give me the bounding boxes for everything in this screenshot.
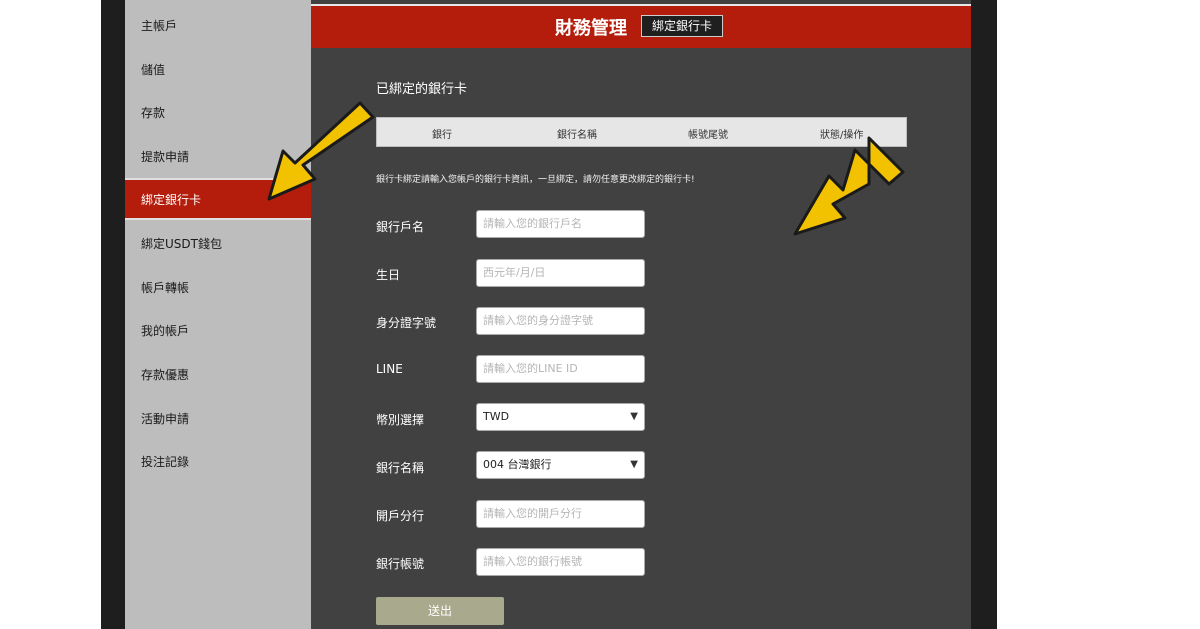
chevron-down-icon: ▼ <box>630 459 638 470</box>
sidebar-item-label: 綁定USDT錢包 <box>141 236 222 251</box>
label-line-id: LINE <box>376 362 403 376</box>
sidebar-item-main-account[interactable]: 主帳戶 <box>125 4 311 46</box>
account-number-input[interactable]: 請輸入您的銀行帳號 <box>476 548 645 576</box>
annotation-arrow-icon <box>793 136 905 236</box>
sidebar-item-label: 我的帳戶 <box>141 323 190 338</box>
label-id-number: 身分證字號 <box>376 316 437 330</box>
sidebar-item-transfer[interactable]: 帳戶轉帳 <box>125 266 311 308</box>
birthday-input[interactable]: 西元年/月/日 <box>476 259 645 287</box>
sidebar-item-promotions[interactable]: 活動申請 <box>125 397 311 439</box>
sidebar-item-topup[interactable]: 儲值 <box>125 48 311 90</box>
label-account-holder: 銀行戶名 <box>376 220 425 234</box>
column-header-bank: 銀行 <box>432 130 452 141</box>
sidebar-item-label: 存款 <box>141 105 166 120</box>
bound-cards-title: 已綁定的銀行卡 <box>376 82 468 97</box>
id-number-input[interactable]: 請輸入您的身分證字號 <box>476 307 645 335</box>
label-account-number: 銀行帳號 <box>376 557 425 571</box>
sidebar-item-label: 活動申請 <box>141 411 190 426</box>
page-title: 財務管理 <box>555 18 627 39</box>
page-header: 財務管理 綁定銀行卡 <box>311 4 971 48</box>
branch-input[interactable]: 請輸入您的開戶分行 <box>476 500 645 528</box>
currency-select[interactable]: TWD ▼ <box>476 403 645 431</box>
annotation-arrow-icon <box>267 101 375 201</box>
label-bank-name: 銀行名稱 <box>376 461 425 475</box>
page-subtitle-badge: 綁定銀行卡 <box>641 15 724 37</box>
sidebar-item-label: 綁定銀行卡 <box>141 192 202 207</box>
sidebar-item-label: 存款優惠 <box>141 367 190 382</box>
bank-name-select[interactable]: 004 台灣銀行 ▼ <box>476 451 645 479</box>
submit-button[interactable]: 送出 <box>376 597 504 625</box>
currency-select-value: TWD <box>483 410 510 423</box>
sidebar-item-label: 儲值 <box>141 62 166 77</box>
account-holder-input[interactable]: 請輸入您的銀行戶名 <box>476 210 645 238</box>
label-branch: 開戶分行 <box>376 509 425 523</box>
sidebar-item-label: 主帳戶 <box>141 18 178 33</box>
line-id-input[interactable]: 請輸入您的LINE ID <box>476 355 645 383</box>
sidebar-item-my-account[interactable]: 我的帳戶 <box>125 309 311 351</box>
bank-name-select-value: 004 台灣銀行 <box>483 458 552 471</box>
bind-notice: 銀行卡綁定請輸入您帳戶的銀行卡資訊，一旦綁定，請勿任意更改綁定的銀行卡! <box>376 175 695 185</box>
sidebar-item-bet-records[interactable]: 投注記錄 <box>125 440 311 482</box>
sidebar-item-label: 提款申請 <box>141 149 190 164</box>
chevron-down-icon: ▼ <box>630 411 638 422</box>
sidebar-item-label: 帳戶轉帳 <box>141 280 190 295</box>
column-header-account-tail: 帳號尾號 <box>688 130 728 141</box>
sidebar-item-label: 投注記錄 <box>141 454 190 469</box>
sidebar-item-deposit-bonus[interactable]: 存款優惠 <box>125 353 311 395</box>
column-header-bank-name: 銀行名稱 <box>557 130 597 141</box>
sidebar-item-bind-usdt[interactable]: 綁定USDT錢包 <box>125 222 311 264</box>
label-currency: 幣別選擇 <box>376 413 425 427</box>
label-birthday: 生日 <box>376 268 401 282</box>
